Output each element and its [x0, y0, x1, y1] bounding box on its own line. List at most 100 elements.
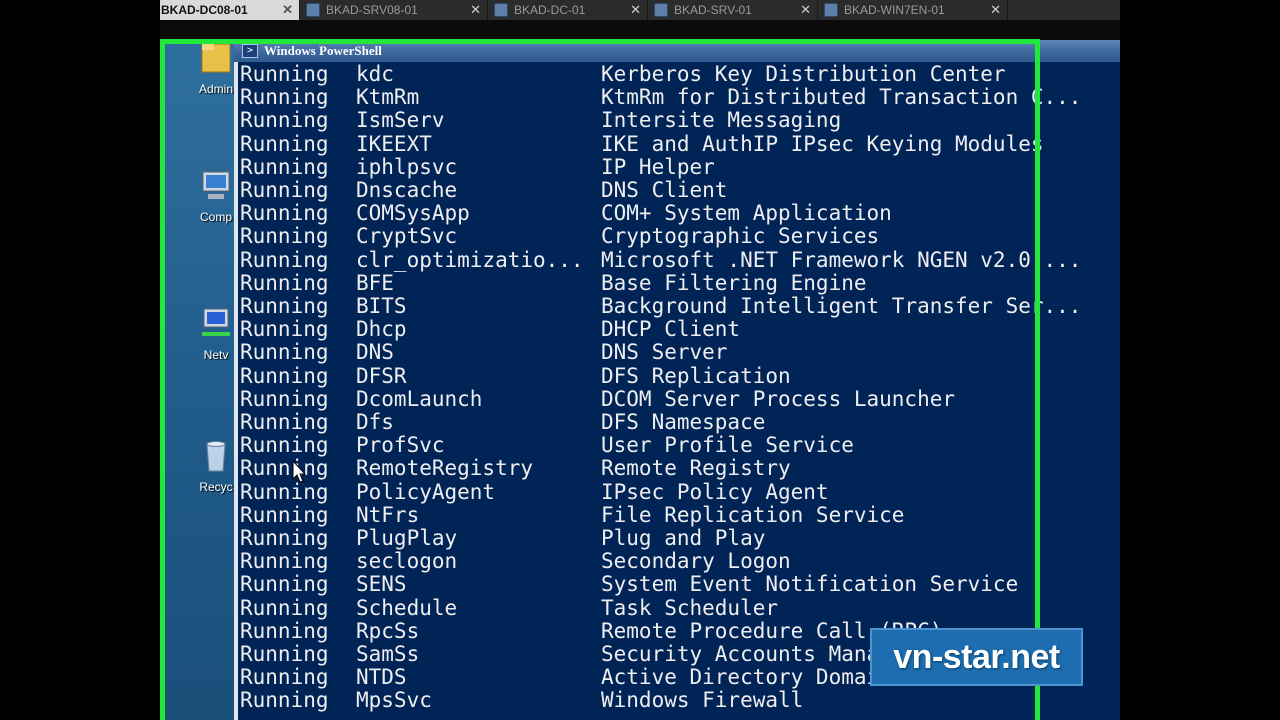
service-status: Running — [240, 62, 329, 86]
tab-label: BKAD-DC-01 — [514, 3, 586, 17]
service-name: MpsSvc — [356, 688, 432, 713]
service-row: Running COMSysApp COM+ System Application — [240, 202, 1120, 225]
folder-icon — [201, 43, 231, 73]
tab-bkad-win7en-01[interactable]: BKAD-WIN7EN-01 ✕ — [818, 0, 1008, 20]
service-row: Running CryptSvc Cryptographic Services — [240, 225, 1120, 248]
service-display-name: System Event Notification Service — [601, 572, 1019, 597]
service-name: IsmServ — [356, 108, 445, 133]
close-icon[interactable]: ✕ — [282, 2, 293, 18]
service-status: Running — [240, 108, 329, 133]
service-status: Running — [240, 526, 329, 550]
service-status: Running — [240, 665, 329, 690]
service-display-name: DNS Server — [601, 340, 728, 365]
service-name: PlugPlay — [356, 526, 458, 550]
service-name: RpcSs — [356, 618, 420, 643]
service-row: Running iphlpsvc IP Helper — [240, 154, 1120, 179]
service-name: RemoteRegistry — [356, 456, 534, 481]
service-display-name: IP Helper — [601, 154, 715, 179]
service-row: Running NtFrs File Replication Service — [240, 502, 1120, 527]
service-status: Running — [240, 154, 329, 179]
server-icon — [494, 3, 508, 17]
close-icon[interactable]: ✕ — [470, 2, 481, 18]
service-status: Running — [240, 85, 329, 110]
service-row: Running SENS System Event Notification Ser… — [240, 573, 1120, 596]
service-row: Running IKEEXT IKE and AuthIP IPsec Keying… — [240, 131, 1120, 156]
service-row: Running Schedule Task Scheduler — [240, 595, 1120, 620]
service-display-name: Plug and Play — [601, 526, 766, 550]
service-name: IKEEXT — [356, 131, 432, 156]
powershell-icon: > — [242, 44, 258, 58]
service-status: Running — [240, 479, 329, 504]
service-status: Running — [240, 340, 329, 365]
service-status: Running — [240, 618, 329, 643]
window-title: Windows PowerShell — [264, 43, 382, 58]
service-row: Running KtmRm KtmRm for Distributed Transa… — [240, 86, 1120, 109]
service-name: CryptSvc — [356, 224, 458, 249]
service-name: DFSR — [356, 363, 407, 388]
service-name: ProfSvc — [356, 433, 445, 458]
server-icon — [654, 3, 668, 17]
service-name: COMSysApp — [356, 201, 470, 226]
service-row: Running PlugPlay Plug and Play — [240, 527, 1120, 550]
window-titlebar[interactable]: > Windows PowerShell — [234, 40, 1120, 62]
service-status: Running — [240, 247, 329, 272]
service-row: Running DcomLaunch DCOM Server Process Lau… — [240, 386, 1120, 411]
tab-label: BKAD-SRV-01 — [674, 3, 752, 17]
service-status: Running — [240, 386, 329, 411]
close-icon[interactable]: ✕ — [990, 2, 1001, 18]
service-name: BITS — [356, 294, 407, 318]
close-icon[interactable]: ✕ — [630, 2, 641, 18]
service-name: clr_optimizatio... — [356, 247, 584, 272]
service-display-name: DFS Namespace — [601, 410, 766, 434]
tab-bkad-dc-01[interactable]: BKAD-DC-01 ✕ — [488, 0, 648, 20]
network-icon — [202, 308, 230, 336]
service-display-name: COM+ System Application — [601, 201, 892, 226]
computer-icon — [202, 171, 230, 199]
service-row: Running DFSR DFS Replication — [240, 363, 1120, 388]
service-status: Running — [240, 456, 329, 481]
service-display-name: DFS Replication — [601, 363, 791, 388]
service-row: Running BITS Background Intelligent Transf… — [240, 295, 1120, 318]
service-name: SamSs — [356, 642, 420, 666]
service-name: seclogon — [356, 549, 458, 574]
service-row: Running clr_optimizatio... Microsoft .NET … — [240, 247, 1120, 272]
service-status: Running — [240, 201, 329, 226]
service-display-name: Secondary Logon — [601, 549, 791, 574]
service-display-name: Kerberos Key Distribution Center — [601, 62, 1006, 86]
tab-bkad-srv08-01[interactable]: BKAD-SRV08-01 ✕ — [300, 0, 488, 20]
service-display-name: Windows Firewall — [601, 688, 804, 713]
service-display-name: Base Filtering Engine — [601, 270, 867, 295]
service-status: Running — [240, 549, 329, 574]
server-icon — [824, 3, 838, 17]
tab-label: BKAD-WIN7EN-01 — [844, 3, 945, 17]
service-row: Running Dnscache DNS Client — [240, 179, 1120, 202]
service-name: Dfs — [356, 410, 394, 434]
service-status: Running — [240, 294, 329, 318]
service-display-name: IKE and AuthIP IPsec Keying Modules — [601, 131, 1044, 156]
service-name: DNS — [356, 340, 394, 365]
connection-tab-bar: BKAD-DC08-01 ✕ BKAD-SRV08-01 ✕ BKAD-DC-0… — [160, 0, 1120, 20]
service-display-name: DCOM Server Process Launcher — [601, 386, 956, 411]
close-icon[interactable]: ✕ — [800, 2, 811, 18]
service-name: NtFrs — [356, 502, 420, 527]
service-name: kdc — [356, 62, 394, 86]
powershell-window[interactable]: > Windows PowerShell Running kdc Kerberos … — [234, 40, 1120, 720]
service-status: Running — [240, 572, 329, 597]
service-display-name: Cryptographic Services — [601, 224, 880, 249]
service-name: SENS — [356, 572, 407, 597]
service-display-name: Remote Registry — [601, 456, 791, 481]
service-status: Running — [240, 317, 329, 342]
service-name: DcomLaunch — [356, 386, 483, 411]
remote-desktop-screen: BKAD-DC08-01 ✕ BKAD-SRV08-01 ✕ BKAD-DC-0… — [160, 0, 1120, 720]
tab-bkad-srv-01[interactable]: BKAD-SRV-01 ✕ — [648, 0, 818, 20]
service-status: Running — [240, 363, 329, 388]
service-row: Running BFE Base Filtering Engine — [240, 270, 1120, 295]
service-name: NTDS — [356, 665, 407, 690]
console-output[interactable]: Running kdc Kerberos Key Distribution Cent… — [238, 62, 1120, 720]
service-name: Schedule — [356, 595, 458, 620]
service-name: KtmRm — [356, 85, 420, 110]
service-display-name: DNS Client — [601, 178, 728, 202]
service-status: Running — [240, 642, 329, 666]
server-icon — [306, 3, 320, 17]
tab-bkad-dc08-01[interactable]: BKAD-DC08-01 ✕ — [160, 0, 300, 20]
